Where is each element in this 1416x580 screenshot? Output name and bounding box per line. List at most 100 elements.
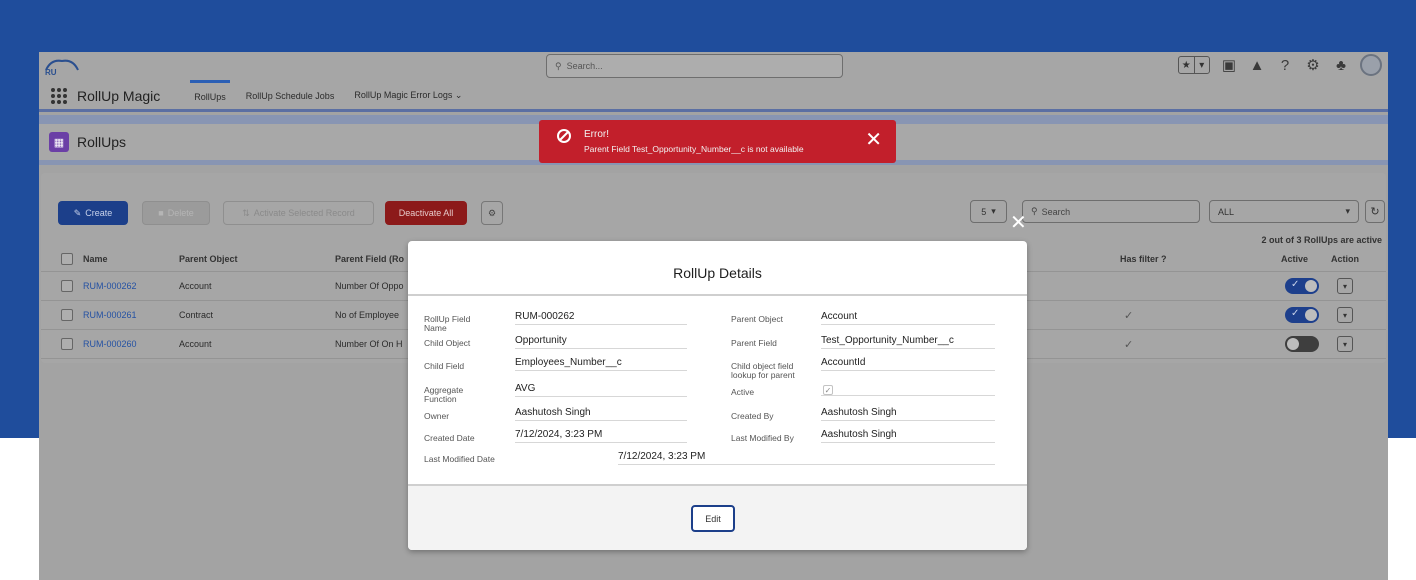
search-icon: ⚲ bbox=[555, 60, 562, 71]
activate-selected-button[interactable]: ⇅ Activate Selected Record bbox=[223, 201, 374, 225]
rollup-details-modal: RollUp Details RollUp Field Name RUM-000… bbox=[408, 241, 1027, 550]
error-icon bbox=[557, 129, 571, 143]
global-search-input[interactable]: ⚲ Search... bbox=[546, 54, 843, 78]
parent-object-value: Account bbox=[821, 311, 995, 325]
modal-close-icon[interactable]: ✕ bbox=[1010, 210, 1027, 235]
add-icon[interactable]: ▣ bbox=[1220, 56, 1238, 74]
tab-rollups[interactable]: RollUps bbox=[190, 80, 230, 111]
parent-object-cell: Account bbox=[179, 281, 212, 291]
settings-gear-button[interactable]: ⚙ bbox=[481, 201, 503, 225]
aggregate-function-value: AVG bbox=[515, 383, 687, 397]
parent-field-cell: Number Of Oppo bbox=[335, 281, 404, 291]
active-field-underline bbox=[821, 381, 995, 396]
child-object-label: Child Object bbox=[424, 338, 471, 348]
toast-close-icon[interactable]: ✕ bbox=[865, 127, 882, 152]
parent-object-cell: Account bbox=[179, 339, 212, 349]
rollup-field-name-value: RUM-000262 bbox=[515, 311, 687, 325]
active-count-note: 2 out of 3 RollUps are active bbox=[1261, 235, 1382, 245]
child-field-label: Child Field bbox=[424, 361, 465, 371]
favorites-dropdown-icon[interactable]: ▾ bbox=[1193, 57, 1210, 73]
last-modified-date-label: Last Modified Date bbox=[424, 454, 495, 464]
delete-label: Delete bbox=[167, 208, 194, 218]
tab-rollup-schedule-jobs[interactable]: RollUp Schedule Jobs bbox=[242, 82, 339, 110]
created-by-label: Created By bbox=[731, 411, 774, 421]
row-action-menu-button[interactable]: ▾ bbox=[1337, 336, 1353, 352]
bell-icon[interactable]: ♣ bbox=[1332, 56, 1350, 74]
header-action: Action bbox=[1331, 253, 1359, 264]
parent-object-label: Parent Object bbox=[731, 314, 783, 324]
filter-value: ALL bbox=[1218, 206, 1235, 217]
gear-icon[interactable]: ⚙ bbox=[1304, 56, 1322, 74]
toast-message: Parent Field Test_Opportunity_Number__c … bbox=[584, 144, 804, 154]
child-field-value: Employees_Number__c bbox=[515, 357, 687, 371]
rollups-icon: ▦ bbox=[49, 132, 69, 152]
page-size-select[interactable]: 5 ▾ bbox=[970, 200, 1007, 223]
tab-rollup-magic-error-logs[interactable]: RollUp Magic Error Logs ⌄ bbox=[350, 81, 466, 110]
row-checkbox[interactable] bbox=[61, 309, 73, 321]
header-has-filter[interactable]: Has filter ? bbox=[1120, 246, 1167, 271]
create-button[interactable]: ✎ Create bbox=[58, 201, 128, 225]
owner-label: Owner bbox=[424, 411, 450, 421]
rollup-magic-logo: RU bbox=[45, 59, 79, 77]
header-name[interactable]: Name bbox=[83, 246, 108, 271]
avatar[interactable] bbox=[1360, 54, 1382, 76]
filter-select[interactable]: ALL ▾ bbox=[1209, 200, 1359, 223]
created-date-label: Created Date bbox=[424, 433, 475, 443]
rollup-name-link[interactable]: RUM-000262 bbox=[83, 272, 137, 300]
delete-button[interactable]: ■ Delete bbox=[142, 201, 210, 225]
parent-field-value: Test_Opportunity_Number__c bbox=[821, 335, 995, 349]
active-toggle[interactable]: ✓ bbox=[1285, 278, 1319, 294]
header-active[interactable]: Active bbox=[1281, 246, 1308, 271]
child-lookup-value: AccountId bbox=[821, 357, 995, 371]
app-name: RollUp Magic bbox=[77, 87, 161, 104]
row-checkbox[interactable] bbox=[61, 280, 73, 292]
parent-object-cell: Contract bbox=[179, 310, 214, 320]
table-search-input[interactable]: ⚲ Search bbox=[1022, 200, 1200, 223]
owner-value: Aashutosh Singh bbox=[515, 407, 687, 421]
app-navigation: RollUp Magic RollUps RollUp Schedule Job… bbox=[39, 80, 1388, 112]
header-icons: ★ ▾ ▣ ▲ ? ⚙ ♣ bbox=[1178, 54, 1382, 76]
check-icon: ✓ bbox=[1291, 308, 1300, 319]
favorites-control[interactable]: ★ ▾ bbox=[1178, 56, 1210, 74]
help-icon[interactable]: ? bbox=[1276, 56, 1294, 74]
row-action-menu-button[interactable]: ▾ bbox=[1337, 278, 1353, 294]
aggregate-function-label: Aggregate Function bbox=[424, 385, 464, 404]
global-search-placeholder: Search... bbox=[566, 61, 603, 71]
header-parent-object[interactable]: Parent Object bbox=[179, 246, 238, 271]
activate-label: Activate Selected Record bbox=[253, 208, 355, 218]
search-icon: ⚲ bbox=[1031, 206, 1038, 216]
favorites-star-icon[interactable]: ★ bbox=[1179, 57, 1194, 73]
child-object-value: Opportunity bbox=[515, 335, 687, 349]
page-title: RollUps bbox=[77, 134, 127, 150]
app-launcher-icon[interactable] bbox=[51, 87, 67, 104]
toggle-icon: ⇅ bbox=[242, 207, 250, 218]
check-icon: ✓ bbox=[1291, 279, 1300, 290]
tab-error-logs-label: RollUp Magic Error Logs bbox=[354, 90, 453, 100]
chevron-down-icon[interactable]: ⌄ bbox=[455, 90, 463, 100]
header-parent-field[interactable]: Parent Field (Ro bbox=[335, 246, 404, 271]
row-checkbox[interactable] bbox=[61, 338, 73, 350]
page-size-value: 5 bbox=[981, 206, 987, 217]
error-toast: Error! Parent Field Test_Opportunity_Num… bbox=[539, 120, 896, 163]
global-header: RU ⚲ Search... ★ ▾ ▣ ▲ ? ⚙ ♣ bbox=[39, 52, 1388, 82]
active-toggle[interactable]: ✓ bbox=[1285, 307, 1319, 323]
parent-field-cell: No of Employee bbox=[335, 310, 400, 320]
rollup-name-link[interactable]: RUM-000261 bbox=[83, 301, 137, 329]
last-modified-date-value: 7/12/2024, 3:23 PM bbox=[618, 451, 995, 465]
child-lookup-label: Child object field lookup for parent bbox=[731, 361, 795, 380]
create-icon: ✎ bbox=[73, 207, 82, 218]
edit-button[interactable]: Edit bbox=[691, 505, 735, 532]
trash-icon: ■ bbox=[158, 208, 164, 218]
trailhead-icon[interactable]: ▲ bbox=[1248, 56, 1266, 74]
table-search-placeholder: Search bbox=[1041, 206, 1071, 217]
row-action-menu-button[interactable]: ▾ bbox=[1337, 307, 1353, 323]
refresh-button[interactable]: ↻ bbox=[1365, 200, 1385, 223]
chevron-down-icon: ▾ bbox=[1345, 206, 1350, 216]
rollup-name-link[interactable]: RUM-000260 bbox=[83, 330, 137, 358]
modal-footer: Edit bbox=[408, 484, 1027, 550]
active-toggle[interactable] bbox=[1285, 336, 1319, 352]
last-modified-by-value: Aashutosh Singh bbox=[821, 429, 995, 443]
deactivate-all-button[interactable]: Deactivate All bbox=[385, 201, 467, 225]
created-by-value: Aashutosh Singh bbox=[821, 407, 995, 421]
select-all-checkbox[interactable] bbox=[61, 252, 73, 265]
